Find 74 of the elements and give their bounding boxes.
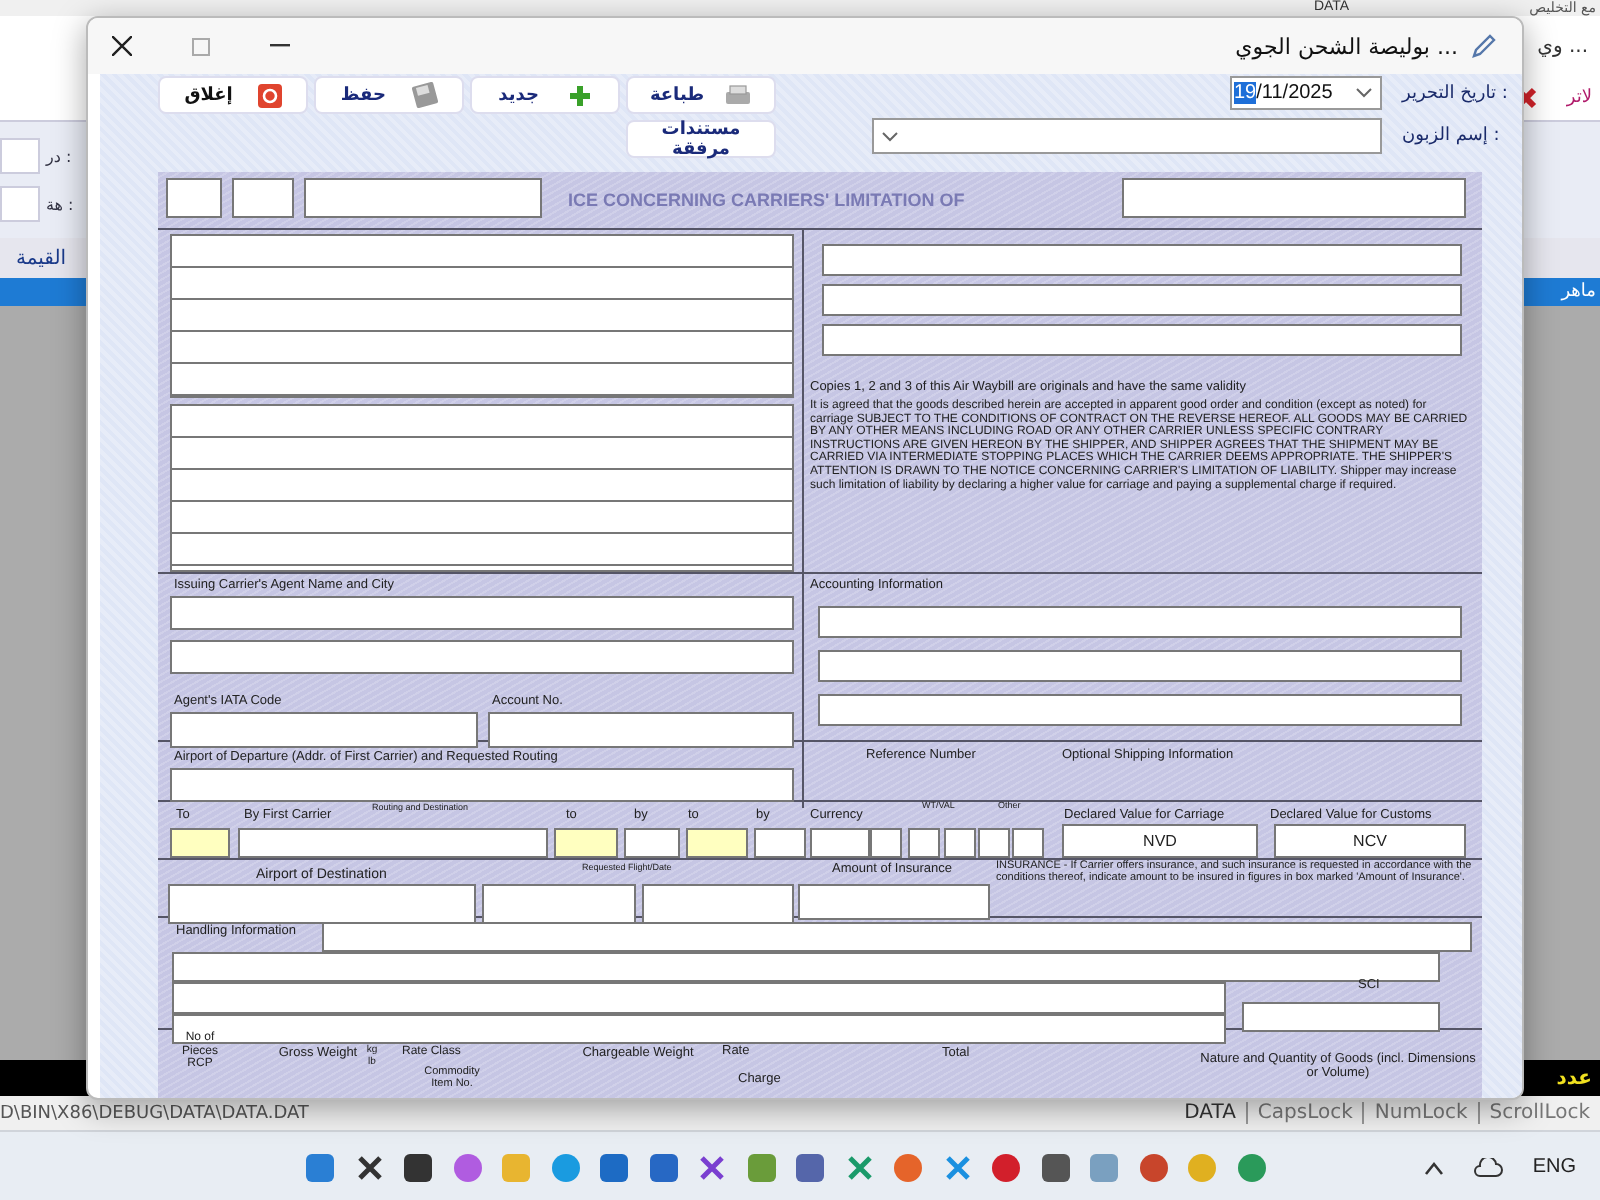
power-icon: [257, 83, 282, 107]
customer-label: إسم الزبون :: [1402, 126, 1498, 146]
pen-icon: [1470, 32, 1498, 60]
chevron-down-icon: [882, 131, 898, 141]
footer-label: عدد: [1556, 1067, 1592, 1089]
status-path: D\BIN\X86\DEBUG\DATA\DATA.DAT: [0, 1103, 309, 1123]
form-field[interactable]: [870, 828, 902, 858]
caret-up-icon[interactable]: [1424, 1159, 1445, 1175]
status-item: ScrollLock: [1477, 1102, 1600, 1124]
date-picker[interactable]: 19/11/2025: [1230, 76, 1382, 110]
form-field[interactable]: [238, 828, 548, 858]
status-item: DATA: [1182, 1102, 1238, 1124]
form-field[interactable]: [482, 884, 636, 924]
faded-heading: ICE CONCERNING CARRIERS' LIMITATION OF: [568, 192, 965, 212]
form-field[interactable]: [170, 640, 794, 674]
form-field[interactable]: [908, 828, 940, 858]
form-field[interactable]: [322, 922, 1472, 952]
form-field[interactable]: [810, 828, 870, 858]
highlighted-field[interactable]: [686, 828, 748, 858]
form-field[interactable]: [172, 982, 1226, 1014]
new-button[interactable]: جديد: [470, 76, 620, 114]
input-field[interactable]: [0, 186, 40, 222]
close-icon[interactable]: [112, 36, 132, 56]
form-field[interactable]: [624, 828, 680, 858]
form-field[interactable]: [818, 650, 1462, 682]
close-button[interactable]: إغلاق: [158, 76, 308, 114]
form-field[interactable]: [642, 884, 794, 924]
plus-icon: [567, 83, 592, 107]
column-header: القيمة: [16, 247, 67, 269]
form-field[interactable]: [1242, 1002, 1440, 1032]
toolbar-link[interactable]: لاتر: [1566, 88, 1592, 108]
printer-icon: [724, 83, 753, 107]
form-field[interactable]: [754, 828, 806, 858]
print-button[interactable]: طباعة: [626, 76, 776, 114]
form-field[interactable]: [232, 178, 294, 218]
form-field[interactable]: [798, 884, 990, 920]
chevron-down-icon: [1356, 88, 1372, 98]
dialog-title: بوليصة الشحن الجوي ...: [1235, 33, 1458, 59]
field-label: در :: [46, 147, 72, 165]
form-field[interactable]: [170, 596, 794, 630]
form-field[interactable]: [978, 828, 1010, 858]
form-field[interactable]: [1122, 178, 1466, 218]
form-field[interactable]: [172, 952, 1440, 982]
form-field[interactable]: [172, 1014, 1226, 1044]
status-item: NumLock: [1362, 1102, 1478, 1124]
form-field[interactable]: [170, 768, 794, 802]
form-field[interactable]: [304, 178, 542, 218]
highlighted-field[interactable]: [170, 828, 230, 858]
form-field[interactable]: [818, 694, 1462, 726]
declared-value-field[interactable]: NCV: [1274, 824, 1466, 858]
window-caption: وي ...: [1537, 35, 1588, 57]
minimize-icon[interactable]: [270, 44, 290, 48]
form-field[interactable]: [822, 324, 1462, 356]
field-label: هة :: [46, 195, 74, 213]
form-field[interactable]: [170, 712, 478, 748]
highlighted-field[interactable]: [554, 828, 618, 858]
form-field[interactable]: [818, 606, 1462, 638]
form-field[interactable]: [168, 884, 476, 924]
status-item: CapsLock: [1245, 1102, 1363, 1124]
input-field[interactable]: [0, 138, 40, 174]
form-field[interactable]: [488, 712, 794, 748]
form-field[interactable]: [944, 828, 976, 858]
consignee-address-field[interactable]: [170, 404, 794, 572]
customer-dropdown[interactable]: [872, 118, 1382, 154]
declared-value-field[interactable]: NVD: [1062, 824, 1258, 858]
language-indicator[interactable]: ENG: [1532, 1156, 1576, 1178]
form-field[interactable]: [822, 244, 1462, 276]
attached-documents-button[interactable]: مستندات مرفقة: [626, 120, 776, 158]
form-field[interactable]: [1012, 828, 1044, 858]
form-field[interactable]: [822, 284, 1462, 316]
cloud-icon[interactable]: [1472, 1157, 1505, 1177]
form-field[interactable]: [166, 178, 222, 218]
save-button[interactable]: حفظ: [314, 76, 464, 114]
shipper-address-field[interactable]: [170, 234, 794, 398]
